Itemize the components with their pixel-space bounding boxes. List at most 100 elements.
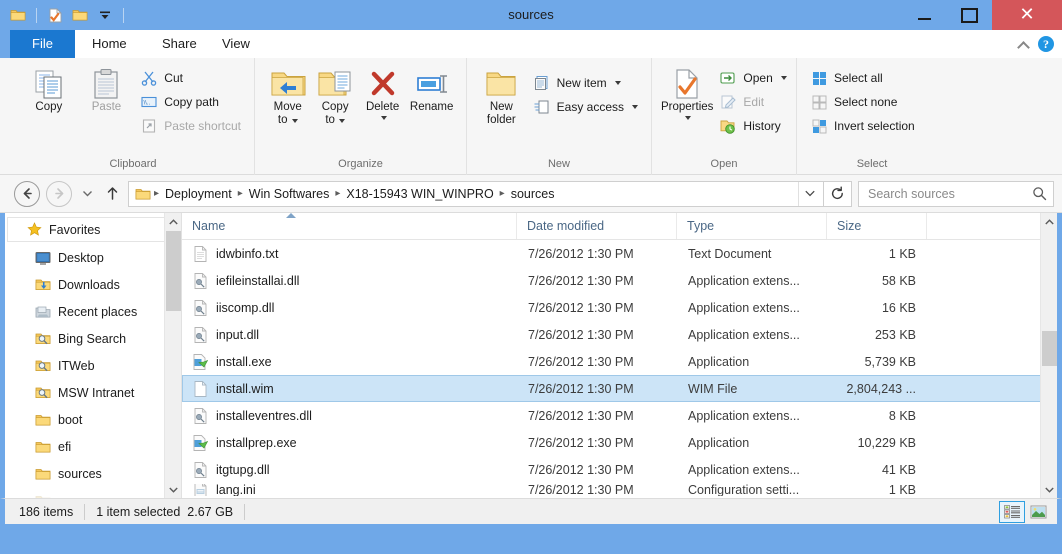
table-row[interactable]: iefileinstallai.dll 7/26/2012 1:30 PM Ap… bbox=[182, 267, 1057, 294]
table-row[interactable]: install.wim 7/26/2012 1:30 PM WIM File 2… bbox=[182, 375, 1057, 402]
explorer-window: sources ✕ File Home Share View ? Copy Pa… bbox=[0, 0, 1062, 554]
tab-file[interactable]: File bbox=[10, 30, 75, 58]
select-all-button[interactable]: Select all bbox=[806, 67, 919, 89]
paste-button[interactable]: Paste bbox=[79, 64, 135, 114]
sidebar-item-boot[interactable]: boot bbox=[5, 406, 181, 433]
breadcrumb-item-sources[interactable]: sources bbox=[506, 187, 560, 201]
folder-icon[interactable] bbox=[8, 5, 28, 25]
sidebar-item-downloads[interactable]: Downloads bbox=[5, 271, 181, 298]
chevron-down-icon[interactable] bbox=[380, 116, 387, 120]
sidebar-item-desktop[interactable]: Desktop bbox=[5, 244, 181, 271]
sidebar-item-efi[interactable]: efi bbox=[5, 433, 181, 460]
invert-selection-button[interactable]: Invert selection bbox=[806, 115, 919, 137]
delete-button[interactable]: Delete bbox=[359, 64, 406, 120]
breadcrumb-separator[interactable]: ▸ bbox=[153, 188, 160, 199]
table-row[interactable]: input.dll 7/26/2012 1:30 PM Application … bbox=[182, 321, 1057, 348]
forward-button[interactable] bbox=[46, 180, 72, 207]
minimize-button[interactable] bbox=[902, 0, 947, 30]
column-header-name[interactable]: Name bbox=[182, 213, 517, 239]
new-item-label: New item bbox=[556, 76, 607, 90]
properties-button[interactable]: Properties bbox=[661, 64, 713, 120]
customize-qat-caret-icon[interactable] bbox=[95, 5, 115, 25]
sidebar-item-bing-search[interactable]: Bing Search bbox=[5, 325, 181, 352]
table-row[interactable]: itgtupg.dll 7/26/2012 1:30 PM Applicatio… bbox=[182, 456, 1057, 483]
chevron-down-icon[interactable] bbox=[798, 181, 821, 206]
paste-shortcut-button[interactable]: Paste shortcut bbox=[136, 115, 245, 137]
scroll-up-arrow-icon[interactable] bbox=[1041, 213, 1057, 230]
history-label: History bbox=[743, 119, 781, 133]
scroll-down-arrow-icon[interactable] bbox=[165, 481, 181, 498]
new-folder-icon[interactable] bbox=[70, 5, 90, 25]
easy-access-button[interactable]: Easy access bbox=[529, 96, 642, 118]
table-row[interactable]: install.exe 7/26/2012 1:30 PM Applicatio… bbox=[182, 348, 1057, 375]
new-folder-button[interactable]: New folder bbox=[476, 64, 527, 127]
recent-locations-caret-icon[interactable] bbox=[78, 181, 96, 207]
tab-view[interactable]: View bbox=[205, 30, 267, 58]
sidebar-scroll-thumb[interactable] bbox=[166, 231, 181, 311]
column-header-date-modified[interactable]: Date modified bbox=[517, 213, 677, 239]
new-item-button[interactable]: New item bbox=[529, 72, 642, 94]
breadcrumb[interactable]: ▸ Deployment ▸ Win Softwares ▸ X18-15943… bbox=[128, 180, 824, 207]
search-input[interactable]: Search sources bbox=[858, 180, 1054, 207]
file-list-scroll-thumb[interactable] bbox=[1042, 331, 1057, 366]
scroll-down-arrow-icon[interactable] bbox=[1041, 481, 1057, 498]
breadcrumb-separator[interactable]: ▸ bbox=[237, 188, 244, 199]
group-label-organize: Organize bbox=[338, 158, 383, 170]
chevron-up-icon[interactable] bbox=[1018, 39, 1029, 50]
details-view-button[interactable] bbox=[999, 500, 1025, 523]
table-row[interactable]: lang.ini 7/26/2012 1:30 PM Configuration… bbox=[182, 483, 1057, 497]
sidebar-item-msw-intranet[interactable]: MSW Intranet bbox=[5, 379, 181, 406]
table-row[interactable]: installeventres.dll 7/26/2012 1:30 PM Ap… bbox=[182, 402, 1057, 429]
scroll-up-arrow-icon[interactable] bbox=[165, 213, 181, 230]
select-none-button[interactable]: Select none bbox=[806, 91, 919, 113]
breadcrumb-item-x18[interactable]: X18-15943 WIN_WINPRO bbox=[341, 187, 498, 201]
sidebar-item-favorites[interactable]: Favorites bbox=[7, 217, 179, 242]
move-to-button[interactable]: Move to bbox=[264, 64, 311, 127]
table-row[interactable]: idwbinfo.txt 7/26/2012 1:30 PM Text Docu… bbox=[182, 240, 1057, 267]
breadcrumb-item-deployment[interactable]: Deployment bbox=[160, 187, 237, 201]
breadcrumb-separator[interactable]: ▸ bbox=[334, 188, 341, 199]
copy-path-button[interactable]: \\.. Copy path bbox=[136, 91, 245, 113]
breadcrumb-item-win-softwares[interactable]: Win Softwares bbox=[244, 187, 335, 201]
sidebar-item-itweb[interactable]: ITWeb bbox=[5, 352, 181, 379]
rename-button[interactable]: Rename bbox=[406, 64, 457, 114]
file-list-scrollbar[interactable] bbox=[1040, 213, 1057, 498]
table-row[interactable]: installprep.exe 7/26/2012 1:30 PM Applic… bbox=[182, 429, 1057, 456]
column-header-size[interactable]: Size bbox=[827, 213, 927, 239]
group-label-select: Select bbox=[856, 158, 888, 170]
copy-button[interactable]: Copy bbox=[21, 64, 77, 114]
breadcrumb-separator[interactable]: ▸ bbox=[499, 188, 506, 199]
chevron-down-icon[interactable] bbox=[632, 105, 638, 109]
sidebar-item-sources[interactable]: sources bbox=[5, 460, 181, 487]
table-row[interactable]: iiscomp.dll 7/26/2012 1:30 PM Applicatio… bbox=[182, 294, 1057, 321]
cut-button[interactable]: Cut bbox=[136, 67, 245, 89]
column-header-type[interactable]: Type bbox=[677, 213, 827, 239]
sidebar-item-partial[interactable] bbox=[5, 487, 181, 498]
chevron-down-icon[interactable] bbox=[780, 76, 787, 80]
column-header-label: Type bbox=[687, 219, 715, 233]
refresh-button[interactable] bbox=[824, 180, 852, 207]
dll-file-icon bbox=[192, 407, 208, 425]
up-button[interactable] bbox=[100, 181, 124, 207]
sidebar-item-recent-places[interactable]: Recent places bbox=[5, 298, 181, 325]
close-button[interactable]: ✕ bbox=[992, 0, 1062, 30]
help-icon[interactable]: ? bbox=[1038, 36, 1054, 52]
tab-home[interactable]: Home bbox=[74, 30, 144, 58]
chevron-down-icon[interactable] bbox=[614, 81, 621, 85]
back-button[interactable] bbox=[14, 180, 40, 207]
history-button[interactable]: History bbox=[715, 115, 790, 137]
open-button[interactable]: Open bbox=[715, 67, 790, 89]
large-icons-view-button[interactable] bbox=[1025, 501, 1051, 523]
edit-button[interactable]: Edit bbox=[715, 91, 790, 113]
status-divider bbox=[84, 503, 86, 520]
ribbon-group-organize: Move to Copy to Delete Rename Organize bbox=[255, 58, 467, 175]
tab-share[interactable]: Share bbox=[145, 30, 214, 58]
chevron-down-icon[interactable] bbox=[338, 118, 345, 123]
sidebar-scrollbar[interactable] bbox=[164, 213, 181, 498]
maximize-button[interactable] bbox=[947, 0, 992, 30]
search-icon[interactable] bbox=[1032, 186, 1047, 201]
copy-to-button[interactable]: Copy to bbox=[311, 64, 358, 127]
chevron-down-icon[interactable] bbox=[685, 116, 692, 120]
chevron-down-icon[interactable] bbox=[291, 118, 298, 123]
properties-icon[interactable] bbox=[45, 5, 65, 25]
